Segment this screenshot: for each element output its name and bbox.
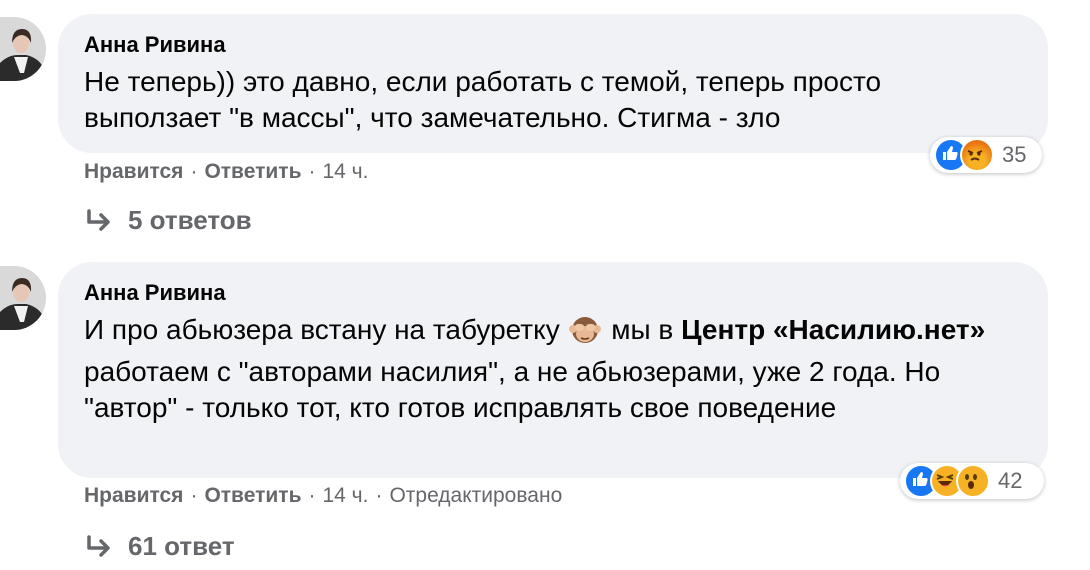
- avatar-image: [0, 266, 46, 330]
- comment-actions: Нравится · Ответить · 14 ч. · Отредактир…: [84, 484, 562, 508]
- separator: ·: [190, 484, 198, 507]
- replies-count-label: 5 ответов: [128, 205, 252, 235]
- comment-text-part: работаем с "авторами насилия", а не абью…: [84, 356, 941, 423]
- view-replies-button[interactable]: 5 ответов: [86, 205, 252, 236]
- comment-text-part: И про абьюзера встану на табуретку: [84, 314, 560, 345]
- see-no-evil-monkey-icon: [569, 313, 602, 354]
- separator: ·: [308, 160, 316, 183]
- comment-bubble: Анна Ривина Не теперь)) это давно, если …: [58, 14, 1048, 153]
- reactions-summary[interactable]: 42: [900, 463, 1044, 499]
- timestamp[interactable]: 14 ч.: [322, 160, 368, 184]
- reply-arrow-icon: [87, 534, 110, 557]
- separator: ·: [190, 160, 198, 183]
- reply-button[interactable]: Ответить: [204, 160, 301, 184]
- wow-icon: [956, 464, 990, 498]
- like-button[interactable]: Нравится: [84, 484, 183, 508]
- angry-icon: [960, 138, 994, 172]
- reactions-summary[interactable]: 35: [930, 137, 1042, 173]
- avatar-image: [0, 17, 46, 81]
- reaction-count: 35: [1002, 142, 1027, 167]
- edited-label[interactable]: Отредактировано: [389, 484, 562, 508]
- timestamp[interactable]: 14 ч.: [322, 484, 368, 508]
- separator: ·: [375, 484, 383, 507]
- comment-text-part: мы в: [603, 314, 682, 345]
- comment-author[interactable]: Анна Ривина: [84, 280, 1022, 306]
- comment-text: И про абьюзера встану на табуретку мы в …: [84, 312, 1022, 426]
- mentioned-page-link[interactable]: Центр «Насилию.нет»: [681, 314, 985, 345]
- comment-text: Не теперь)) это давно, если работать с т…: [84, 66, 882, 133]
- replies-count-label: 61 ответ: [128, 531, 235, 561]
- comment-author[interactable]: Анна Ривина: [84, 32, 1022, 58]
- comment-bubble: Анна Ривина И про абьюзера встану на таб…: [58, 262, 1048, 478]
- like-button[interactable]: Нравится: [84, 160, 183, 184]
- avatar[interactable]: [0, 266, 46, 330]
- reply-button[interactable]: Ответить: [204, 484, 301, 508]
- view-replies-button[interactable]: 61 ответ: [86, 531, 235, 562]
- comment-actions: Нравится · Ответить · 14 ч.: [84, 160, 368, 184]
- avatar[interactable]: [0, 17, 46, 81]
- reaction-count: 42: [998, 468, 1023, 493]
- reply-arrow-icon: [87, 208, 110, 231]
- separator: ·: [308, 484, 316, 507]
